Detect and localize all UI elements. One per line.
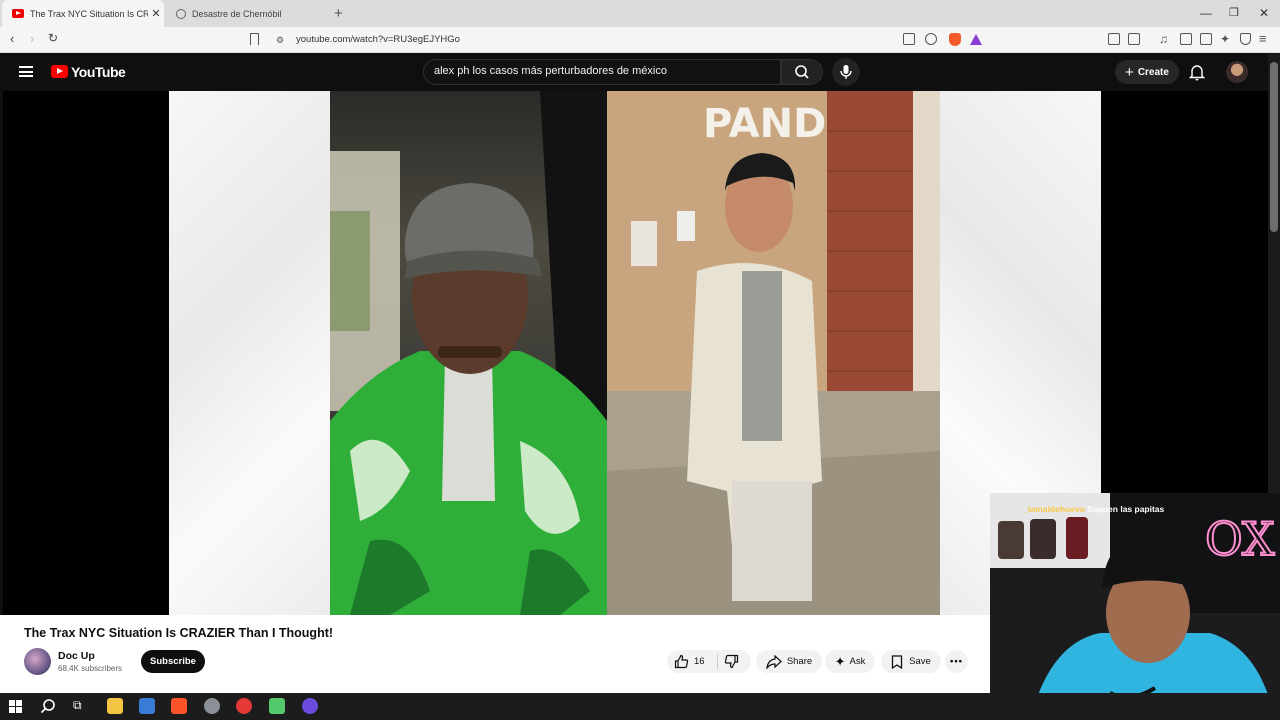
taskbar-search-icon[interactable] bbox=[40, 698, 56, 714]
minimize-icon[interactable]: — bbox=[1200, 6, 1212, 20]
browser-menu-icon[interactable]: ≡ bbox=[1259, 31, 1267, 46]
like-icon[interactable] bbox=[674, 654, 689, 669]
video-title: The Trax NYC Situation Is CRAZIER Than I… bbox=[24, 626, 334, 640]
task-view-icon[interactable]: ⧉ bbox=[73, 698, 82, 713]
tab-youtube-video[interactable]: The Trax NYC Situation Is CRAZIER ✕ bbox=[2, 0, 164, 27]
cast-icon[interactable] bbox=[903, 33, 915, 45]
share-label: Share bbox=[786, 656, 813, 667]
recorder-icon[interactable] bbox=[236, 698, 252, 714]
sidebar-icon[interactable] bbox=[1180, 33, 1192, 45]
ask-label: Ask bbox=[849, 656, 866, 667]
youtube-wordmark[interactable]: YouTube bbox=[71, 64, 126, 80]
back-icon[interactable]: ‹ bbox=[10, 31, 14, 46]
more-icon: ••• bbox=[950, 656, 963, 667]
tab-title: Desastre de Chernóbil bbox=[192, 8, 282, 19]
more-actions-button[interactable]: ••• bbox=[945, 650, 968, 673]
windows-start-icon[interactable] bbox=[9, 700, 22, 713]
search-query[interactable]: alex ph los casos más perturbadores de m… bbox=[434, 65, 667, 77]
store-icon[interactable] bbox=[139, 698, 155, 714]
man-on-street-image: PAND bbox=[607, 91, 940, 615]
video-frame-right: PAND bbox=[607, 91, 940, 615]
brave-browser-icon[interactable] bbox=[171, 698, 187, 714]
site-info-icon[interactable]: ⚙ bbox=[276, 35, 284, 46]
plus-icon: + bbox=[1125, 63, 1134, 81]
create-button[interactable]: + Create bbox=[1115, 60, 1179, 84]
taskbar bbox=[0, 693, 1280, 720]
voice-search-button[interactable] bbox=[832, 58, 860, 86]
address-bar-row bbox=[0, 27, 1280, 53]
channel-name[interactable]: Doc Up bbox=[58, 650, 95, 662]
tab-chernobil[interactable]: Desastre de Chernóbil bbox=[166, 0, 326, 27]
forward-icon[interactable]: › bbox=[30, 31, 34, 46]
tab-close-icon[interactable]: ✕ bbox=[148, 7, 164, 20]
subscribe-button[interactable]: Subscribe bbox=[141, 650, 205, 673]
share-button[interactable]: Share bbox=[756, 650, 822, 673]
youtube-favicon-icon bbox=[12, 9, 24, 18]
search-icon bbox=[795, 65, 809, 79]
ask-button[interactable]: ✦ Ask bbox=[825, 650, 875, 673]
leo-ai-icon[interactable]: ✦ bbox=[1220, 32, 1230, 46]
tab-title: The Trax NYC Situation Is CRAZIER bbox=[30, 8, 148, 19]
chat-username: _tamaldehuevo bbox=[1023, 504, 1085, 514]
account-avatar[interactable] bbox=[1226, 61, 1248, 83]
chat-app-icon[interactable] bbox=[269, 698, 285, 714]
search-button[interactable] bbox=[781, 59, 823, 85]
like-count: 16 bbox=[694, 656, 705, 667]
chat-message: _tamaldehuevo Saquen las papitas bbox=[1023, 504, 1164, 514]
neon-sign: OX bbox=[1205, 512, 1275, 566]
bell-icon[interactable] bbox=[1189, 63, 1205, 81]
save-button[interactable]: Save bbox=[881, 650, 941, 673]
subscriber-count: 68.4K subscribers bbox=[58, 664, 123, 673]
mic-icon bbox=[840, 65, 852, 79]
chat-text: Saquen las papitas bbox=[1087, 504, 1165, 514]
save-icon bbox=[892, 654, 903, 669]
paper-texture-left bbox=[169, 91, 330, 615]
man-in-car-image bbox=[330, 91, 607, 615]
reload-icon[interactable]: ↻ bbox=[48, 31, 58, 45]
like-divider bbox=[717, 654, 718, 669]
globe-icon bbox=[176, 8, 186, 19]
dislike-icon[interactable] bbox=[724, 654, 739, 669]
channel-avatar[interactable] bbox=[24, 648, 51, 675]
file-explorer-icon[interactable] bbox=[107, 698, 123, 714]
sparkle-icon: ✦ bbox=[834, 653, 846, 669]
save-label: Save bbox=[909, 656, 931, 667]
close-window-icon[interactable]: ✕ bbox=[1259, 6, 1269, 20]
create-label: Create bbox=[1137, 66, 1169, 78]
storefront-sign: PAND bbox=[703, 101, 826, 147]
brave-rewards-icon[interactable] bbox=[970, 34, 982, 45]
app-icon[interactable] bbox=[204, 698, 220, 714]
webcam-overlay: OX bbox=[990, 493, 1280, 720]
restore-icon[interactable]: ❐ bbox=[1229, 6, 1239, 19]
wallet-icon[interactable] bbox=[1200, 33, 1212, 45]
streamer-image: OX bbox=[990, 493, 1280, 720]
url-field[interactable]: youtube.com/watch?v=RU3egEJYHGo bbox=[296, 34, 460, 45]
media-icon[interactable]: ♫ bbox=[1159, 32, 1168, 46]
screenshot-icon[interactable] bbox=[1128, 33, 1140, 45]
brave-shield-icon[interactable] bbox=[949, 33, 961, 46]
bookmark-icon[interactable] bbox=[250, 33, 259, 45]
new-tab-button[interactable]: + bbox=[334, 5, 343, 22]
extensions-icon[interactable] bbox=[1108, 33, 1120, 45]
video-frame-left bbox=[330, 91, 607, 615]
scrollbar-thumb[interactable] bbox=[1270, 62, 1278, 232]
like-dislike-group: 16 bbox=[667, 650, 751, 673]
share-page-icon[interactable] bbox=[925, 33, 937, 45]
obs-icon[interactable] bbox=[302, 698, 318, 714]
vpn-icon[interactable] bbox=[1240, 33, 1251, 45]
share-icon bbox=[766, 654, 782, 669]
menu-icon[interactable] bbox=[19, 66, 33, 77]
youtube-logo-icon[interactable] bbox=[51, 65, 68, 78]
